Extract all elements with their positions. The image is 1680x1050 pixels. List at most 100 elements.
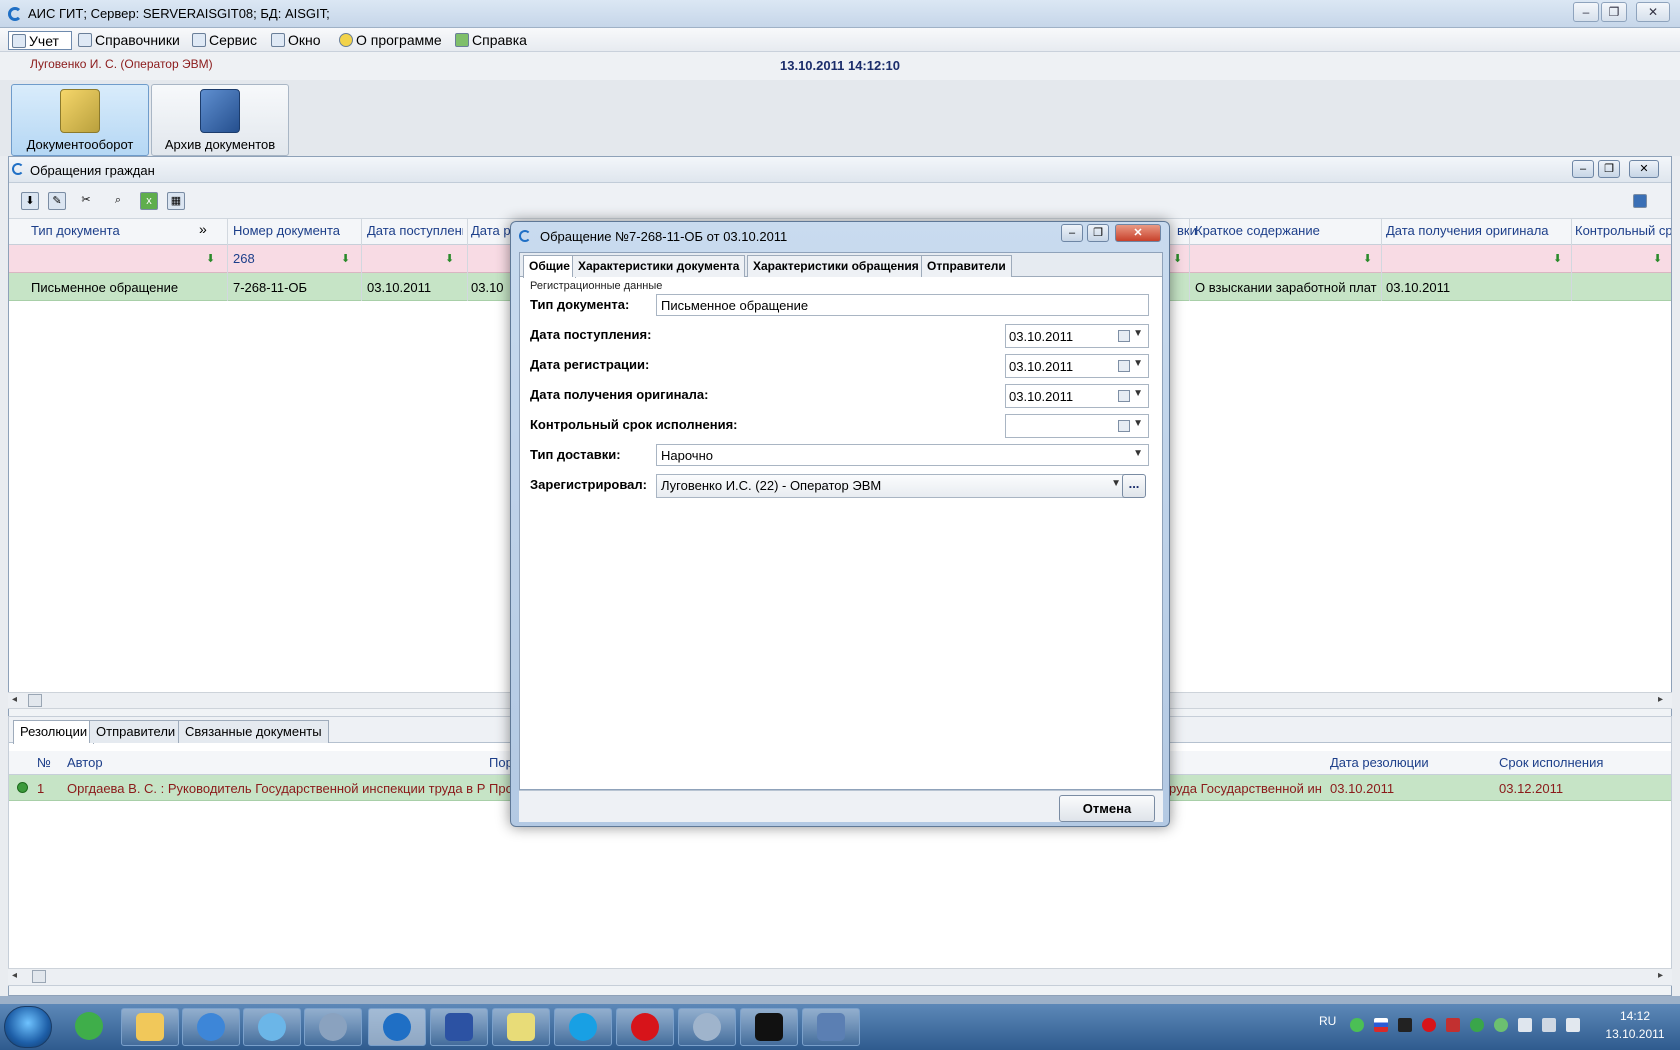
opera-tray-icon[interactable]	[1422, 1018, 1436, 1032]
taskbar-app-notes[interactable]	[492, 1008, 550, 1046]
documentooborot-button[interactable]: Документооборот	[11, 84, 149, 156]
cut-icon[interactable]: ✂	[77, 192, 95, 210]
child-close-button[interactable]: ✕	[1629, 160, 1659, 178]
filter-arrow-icon[interactable]: ⬇	[1363, 254, 1373, 265]
chevron-down-icon[interactable]: ▼	[1133, 358, 1143, 369]
filter-arrow-icon[interactable]: ⬇	[206, 254, 216, 265]
taskbar-app-save[interactable]	[430, 1008, 488, 1046]
taskbar-app-tools[interactable]	[802, 1008, 860, 1046]
antivirus-icon[interactable]	[1398, 1018, 1412, 1032]
cancel-button[interactable]: Отмена	[1059, 795, 1155, 822]
filter-arrow-icon[interactable]: ⬇	[1553, 254, 1563, 265]
col-header-number[interactable]: Номер документа	[233, 223, 351, 238]
start-button[interactable]	[4, 1006, 52, 1048]
col-header-deadline[interactable]: Срок исполнения	[1499, 755, 1603, 770]
filter-arrow-icon[interactable]: ⬇	[445, 254, 455, 265]
filter-arrow-icon[interactable]: ⬇	[1173, 254, 1183, 265]
archive-button[interactable]: Архив документов	[151, 84, 289, 156]
col-header-num[interactable]: №	[37, 755, 51, 770]
minimize-button[interactable]: –	[1573, 2, 1599, 22]
col-header-summary[interactable]: Краткое содержание	[1195, 223, 1375, 238]
taskbar-app-aisgit[interactable]	[368, 1008, 426, 1046]
tab-harakteristiki-obrascheniya[interactable]: Характеристики обращения	[747, 255, 925, 277]
clock-date[interactable]: 13.10.2011	[1600, 1027, 1670, 1041]
resolutions-horizontal-scrollbar[interactable]: ◂ ▸	[8, 968, 1672, 985]
date-original-field[interactable]: 03.10.2011 ▼	[1005, 384, 1149, 408]
menu-item-uchet[interactable]: Учет	[8, 31, 72, 50]
language-indicator[interactable]: RU	[1319, 1014, 1336, 1028]
scroll-left-icon[interactable]: ◂	[12, 694, 17, 705]
tab-rezolyutsii[interactable]: Резолюции	[13, 720, 95, 744]
col-header-type[interactable]: Тип документа	[31, 223, 191, 238]
filter-arrow-icon[interactable]: ⬇	[1653, 254, 1663, 265]
col-header-date-reg[interactable]: Дата р	[471, 223, 511, 238]
check-icon[interactable]	[1494, 1018, 1508, 1032]
taskbar-app-clover[interactable]	[60, 1008, 118, 1046]
clock-time[interactable]: 14:12	[1600, 1009, 1670, 1023]
taskbar-app-opera[interactable]	[616, 1008, 674, 1046]
col-header-date-in[interactable]: Дата поступлени	[367, 223, 463, 238]
volume-icon[interactable]	[1566, 1018, 1580, 1032]
scroll-right-icon[interactable]: ▸	[1658, 970, 1663, 981]
search-icon[interactable]: ⌕	[109, 192, 127, 210]
taskbar-app-cmd[interactable]	[740, 1008, 798, 1046]
taskbar-app-skype[interactable]	[554, 1008, 612, 1046]
col-header-date-res[interactable]: Дата резолюции	[1330, 755, 1429, 770]
registered-by-select[interactable]: Луговенко И.С. (22) - Оператор ЭВМ ▼	[656, 474, 1127, 498]
flag-ru-icon[interactable]	[1374, 1018, 1388, 1032]
chevron-down-icon[interactable]: ▼	[1133, 328, 1143, 339]
delivery-type-select[interactable]: Нарочно ▼	[656, 444, 1149, 466]
tab-svyazannye[interactable]: Связанные документы	[178, 720, 329, 743]
close-button[interactable]: ✕	[1636, 2, 1670, 22]
scroll-thumb[interactable]	[32, 970, 46, 983]
child-minimize-button[interactable]: –	[1572, 160, 1594, 178]
scroll-right-icon[interactable]: ▸	[1658, 694, 1663, 705]
dialog-close-button[interactable]: ✕	[1115, 224, 1161, 242]
calculator-icon[interactable]: ▦	[167, 192, 185, 210]
date-in-field[interactable]: 03.10.2011 ▼	[1005, 324, 1149, 348]
tab-otpraviteli[interactable]: Отправители	[89, 720, 183, 743]
expand-columns-icon[interactable]: »	[199, 221, 207, 237]
taskbar-app-mail[interactable]	[304, 1008, 362, 1046]
taskbar-app-explorer[interactable]	[121, 1008, 179, 1046]
taskbar-app-globe[interactable]	[243, 1008, 301, 1046]
filter-number-input[interactable]: 268	[233, 251, 255, 266]
import-icon[interactable]: ⬇	[21, 192, 39, 210]
dialog-maximize-button[interactable]: ❐	[1087, 224, 1109, 242]
select-user-button[interactable]: ...	[1122, 474, 1146, 498]
deadline-field[interactable]: ▼	[1005, 414, 1149, 438]
chevron-down-icon[interactable]: ▼	[1133, 448, 1143, 459]
col-header-author[interactable]: Автор	[67, 755, 103, 770]
edit-icon[interactable]: ✎	[48, 192, 66, 210]
chevron-down-icon[interactable]: ▼	[1133, 388, 1143, 399]
key-icon[interactable]	[1446, 1018, 1460, 1032]
calendar-icon[interactable]	[1118, 390, 1130, 402]
panel-toggle-icon[interactable]	[1633, 194, 1647, 208]
network-globe-icon[interactable]	[1470, 1018, 1484, 1032]
chevron-down-icon[interactable]: ▼	[1111, 478, 1121, 489]
scroll-left-icon[interactable]: ◂	[12, 970, 17, 981]
calendar-icon[interactable]	[1118, 420, 1130, 432]
network-icon[interactable]	[1542, 1018, 1556, 1032]
menu-item-spravochniki[interactable]: Справочники	[75, 31, 184, 50]
calendar-icon[interactable]	[1118, 330, 1130, 342]
dialog-minimize-button[interactable]: –	[1061, 224, 1083, 242]
device-icon[interactable]	[1518, 1018, 1532, 1032]
tab-harakteristiki-dokumenta[interactable]: Характеристики документа	[572, 255, 746, 277]
tab-obschie[interactable]: Общие	[523, 255, 576, 278]
menu-item-o-programme[interactable]: О программе	[336, 31, 446, 50]
chevron-down-icon[interactable]: ▼	[1133, 418, 1143, 429]
tab-otpraviteli[interactable]: Отправители	[921, 255, 1012, 277]
menu-item-okno[interactable]: Окно	[268, 31, 325, 50]
calendar-icon[interactable]	[1118, 360, 1130, 372]
taskbar-app-ie[interactable]	[182, 1008, 240, 1046]
taskbar-app-search[interactable]	[678, 1008, 736, 1046]
menu-item-spravka[interactable]: Справка	[452, 31, 531, 50]
doc-type-field[interactable]: Письменное обращение	[656, 294, 1149, 316]
col-header-deadline[interactable]: Контрольный ср	[1575, 223, 1671, 238]
col-header-date-original[interactable]: Дата получения оригинала	[1386, 223, 1566, 238]
date-reg-field[interactable]: 03.10.2011 ▼	[1005, 354, 1149, 378]
excel-icon[interactable]: x	[140, 192, 158, 210]
menu-item-servis[interactable]: Сервис	[189, 31, 261, 50]
scroll-thumb[interactable]	[28, 694, 42, 707]
